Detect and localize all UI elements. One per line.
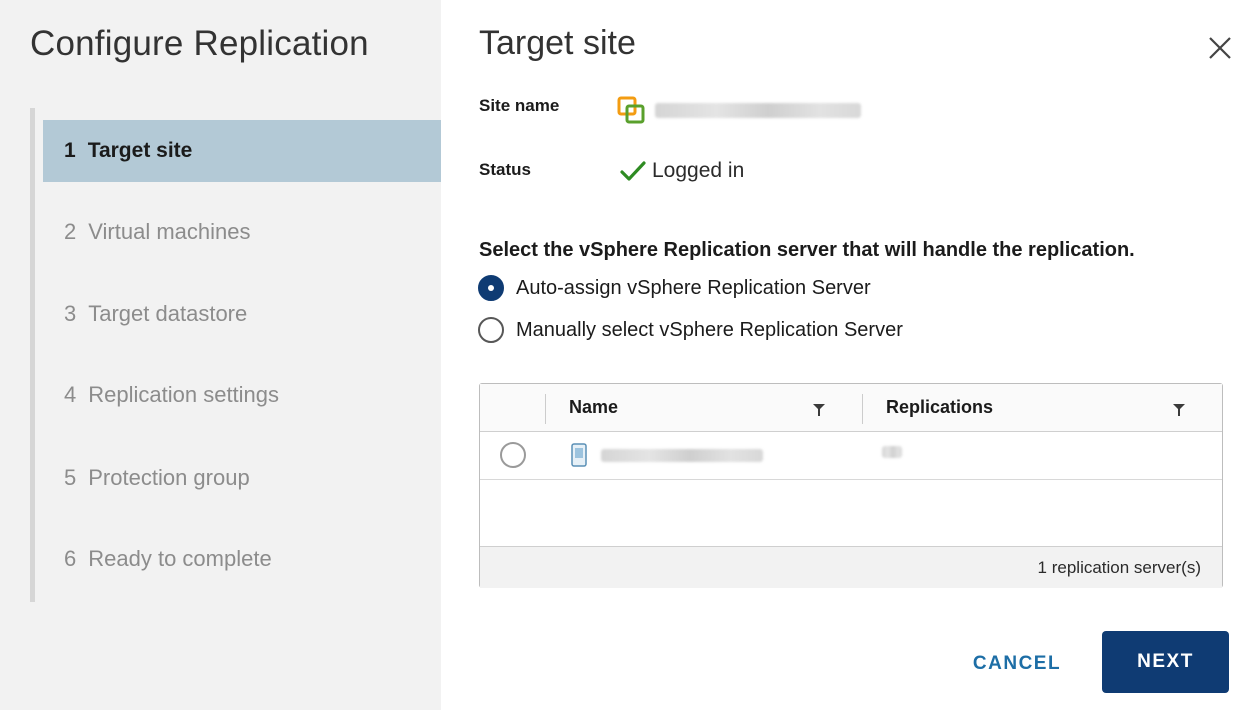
row-count: 1 replication server(s)	[1037, 558, 1201, 577]
column-header-name[interactable]: Name	[569, 397, 618, 418]
table-row[interactable]	[480, 432, 1222, 480]
manual-select-radio[interactable]	[478, 317, 504, 343]
table-header: Name Replications	[480, 384, 1222, 432]
step-target-datastore[interactable]: 3 Target datastore	[43, 283, 441, 345]
step-label: Target datastore	[88, 301, 248, 326]
step-target-site[interactable]: 1 Target site	[43, 120, 441, 182]
selection-prompt: Select the vSphere Replication server th…	[479, 239, 1135, 261]
step-number: 2	[64, 219, 77, 244]
column-header-replications[interactable]: Replications	[886, 397, 993, 418]
close-icon	[1209, 37, 1231, 59]
filter-icon[interactable]	[813, 404, 825, 416]
step-number: 1	[64, 139, 76, 162]
auto-assign-option[interactable]: Auto-assign vSphere Replication Server	[478, 275, 871, 301]
step-label: Protection group	[88, 465, 250, 490]
step-number: 3	[64, 301, 77, 326]
manual-select-option[interactable]: Manually select vSphere Replication Serv…	[478, 317, 903, 343]
step-number: 4	[64, 382, 77, 407]
step-number: 6	[64, 546, 77, 571]
page-title: Target site	[479, 24, 636, 62]
row-select-radio[interactable]	[500, 442, 526, 468]
auto-assign-radio[interactable]	[478, 275, 504, 301]
wizard-title: Configure Replication	[30, 24, 369, 63]
server-name-redacted	[601, 449, 763, 462]
site-name-label: Site name	[479, 96, 560, 115]
step-ready-to-complete[interactable]: 6 Ready to complete	[43, 528, 441, 590]
status-value: Logged in	[620, 159, 744, 183]
step-protection-group[interactable]: 5 Protection group	[43, 447, 441, 509]
column-separator	[862, 394, 863, 424]
step-replication-settings[interactable]: 4 Replication settings	[43, 364, 441, 426]
table-footer: 1 replication server(s)	[480, 546, 1222, 588]
server-icon	[571, 443, 587, 467]
step-label: Ready to complete	[88, 546, 272, 571]
close-button[interactable]	[1205, 33, 1235, 63]
checkmark-icon	[620, 161, 646, 181]
vcenter-site-icon	[617, 96, 645, 124]
next-button[interactable]: NEXT	[1102, 631, 1229, 693]
status-label: Status	[479, 160, 531, 179]
replication-server-table: Name Replications 1 replication server(s…	[479, 383, 1223, 588]
filter-icon[interactable]	[1173, 404, 1185, 416]
replications-count-redacted	[882, 446, 902, 458]
step-label: Virtual machines	[88, 219, 251, 244]
step-number: 5	[64, 465, 77, 490]
step-label: Target site	[87, 139, 193, 162]
column-separator	[545, 394, 546, 424]
cancel-button[interactable]: CANCEL	[950, 636, 1084, 692]
step-label: Replication settings	[88, 382, 280, 407]
steps-rail	[30, 108, 35, 602]
step-virtual-machines[interactable]: 2 Virtual machines	[43, 201, 441, 263]
site-name-value-redacted	[655, 103, 861, 118]
manual-select-label: Manually select vSphere Replication Serv…	[516, 318, 903, 341]
status-text: Logged in	[652, 159, 745, 182]
wizard-sidebar: Configure Replication 1 Target site 2 Vi…	[0, 0, 441, 710]
auto-assign-label: Auto-assign vSphere Replication Server	[516, 276, 871, 299]
